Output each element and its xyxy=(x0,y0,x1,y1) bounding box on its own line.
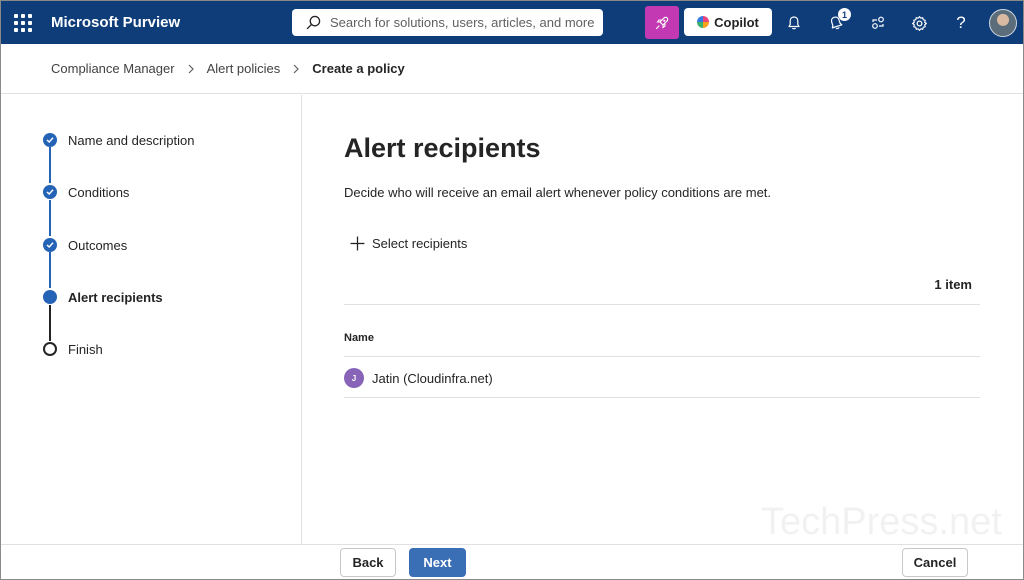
step-connector xyxy=(49,147,51,183)
wizard-steps: Name and description Conditions Outcomes… xyxy=(1,95,302,544)
waffle-icon[interactable] xyxy=(13,13,33,33)
select-recipients-button[interactable]: Select recipients xyxy=(350,236,467,251)
chevron-right-icon xyxy=(188,64,194,73)
alert-bell-icon[interactable]: 1 xyxy=(824,8,851,35)
step-label: Alert recipients xyxy=(68,289,163,305)
current-step-dot-icon xyxy=(43,290,57,304)
checkmark-icon xyxy=(43,238,57,252)
divider xyxy=(344,397,980,398)
divider xyxy=(344,304,980,305)
checkmark-icon xyxy=(43,133,57,147)
step-label: Name and description xyxy=(68,132,195,148)
step-connector xyxy=(49,200,51,236)
step-connector xyxy=(49,305,51,341)
checkmark-icon xyxy=(43,185,57,199)
search-icon xyxy=(306,15,321,30)
help-icon[interactable]: ? xyxy=(949,11,973,35)
rocket-button[interactable] xyxy=(645,6,679,39)
step-label: Finish xyxy=(68,341,103,357)
item-count: 1 item xyxy=(934,277,972,292)
top-app-bar: Microsoft Purview Copilot 1 xyxy=(1,1,1023,44)
select-recipients-label: Select recipients xyxy=(372,236,468,251)
step-label: Conditions xyxy=(68,184,130,200)
page-description: Decide who will receive an email alert w… xyxy=(344,185,772,200)
breadcrumb-alert-policies[interactable]: Alert policies xyxy=(207,61,281,76)
breadcrumb-create-policy: Create a policy xyxy=(312,61,405,76)
divider xyxy=(344,356,980,357)
copilot-label: Copilot xyxy=(714,14,759,30)
step-connector xyxy=(49,252,51,288)
main-content: Alert recipients Decide who will receive… xyxy=(344,95,980,544)
rocket-icon xyxy=(655,16,669,29)
next-button[interactable]: Next xyxy=(409,548,466,577)
step-label: Outcomes xyxy=(68,237,128,253)
wizard-step-alert-recipients[interactable]: Alert recipients xyxy=(43,289,163,305)
notification-badge: 1 xyxy=(838,8,851,21)
connections-icon[interactable] xyxy=(866,11,890,35)
copilot-logo-icon xyxy=(697,16,710,28)
page-title: Alert recipients xyxy=(344,133,541,163)
bell-icon[interactable] xyxy=(782,11,806,35)
wizard-step-outcomes[interactable]: Outcomes xyxy=(43,237,127,253)
gear-icon[interactable] xyxy=(907,11,931,35)
app-name[interactable]: Microsoft Purview xyxy=(51,14,180,31)
plus-icon xyxy=(350,236,365,251)
help-glyph: ? xyxy=(956,13,966,32)
wizard-step-finish[interactable]: Finish xyxy=(43,341,103,357)
cancel-button[interactable]: Cancel xyxy=(902,548,968,577)
back-button[interactable]: Back xyxy=(340,548,396,577)
breadcrumb-compliance-manager[interactable]: Compliance Manager xyxy=(51,61,175,76)
footer-bar: Back Next Cancel xyxy=(1,544,1023,579)
chevron-right-icon xyxy=(293,64,300,73)
pending-step-circle-icon xyxy=(43,342,57,356)
breadcrumb: Compliance Manager Alert policies Create… xyxy=(1,44,1023,94)
recipient-name: Jatin (Cloudinfra.net) xyxy=(372,370,493,386)
avatar: J xyxy=(344,368,364,388)
column-header-name[interactable]: Name xyxy=(344,332,374,344)
copilot-button[interactable]: Copilot xyxy=(684,8,772,36)
wizard-step-name-description[interactable]: Name and description xyxy=(43,132,194,148)
wizard-step-conditions[interactable]: Conditions xyxy=(43,184,129,200)
table-row[interactable]: J Jatin (Cloudinfra.net) xyxy=(344,367,493,389)
user-avatar[interactable] xyxy=(989,9,1017,37)
search-box[interactable] xyxy=(292,9,603,36)
search-input[interactable] xyxy=(330,15,600,30)
